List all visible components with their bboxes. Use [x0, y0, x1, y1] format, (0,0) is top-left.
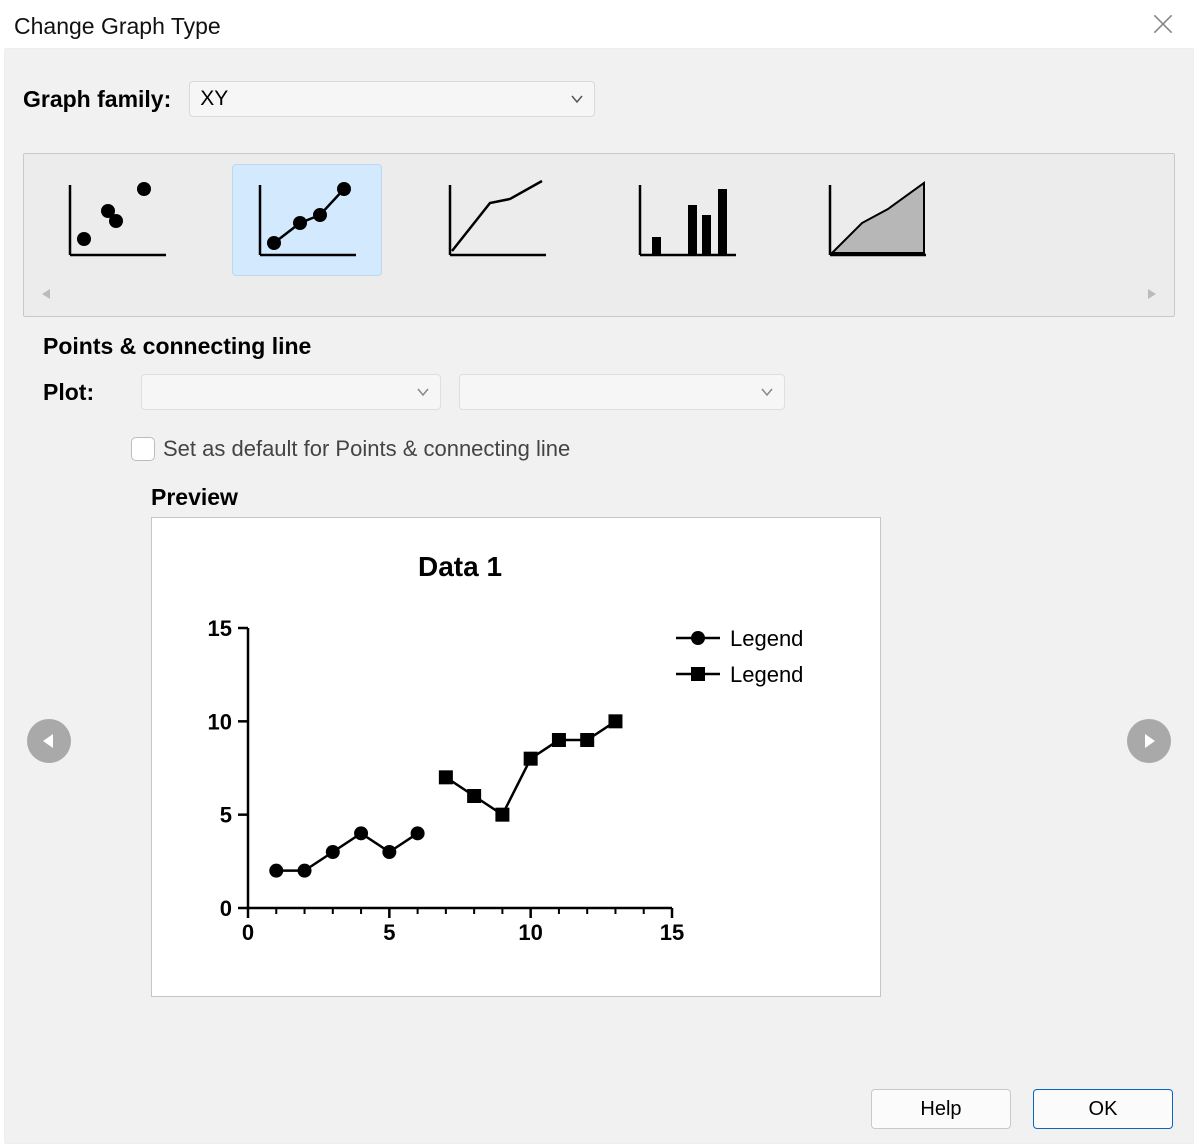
svg-text:Data 1: Data 1 [418, 551, 502, 582]
strip-scroll-left-icon[interactable] [36, 287, 56, 306]
svg-text:5: 5 [383, 920, 395, 945]
chevron-down-icon [416, 384, 430, 400]
graph-type-spike-bars[interactable] [612, 164, 762, 276]
graph-type-line-only[interactable] [422, 164, 572, 276]
chevron-down-icon [570, 91, 584, 107]
chevron-down-icon [760, 384, 774, 400]
svg-text:0: 0 [220, 896, 232, 921]
graph-family-label: Graph family: [23, 86, 171, 113]
svg-text:Legend: Legend [730, 662, 803, 687]
svg-text:0: 0 [242, 920, 254, 945]
plot-select-1[interactable] [141, 374, 441, 410]
preview-next-button[interactable] [1127, 719, 1171, 763]
help-button[interactable]: Help [871, 1089, 1011, 1129]
strip-scroll-right-icon[interactable] [1142, 287, 1162, 306]
graph-family-select[interactable]: XY [189, 81, 595, 117]
close-icon[interactable] [1144, 11, 1182, 42]
selected-type-label: Points & connecting line [43, 333, 1175, 360]
svg-text:15: 15 [660, 920, 684, 945]
ok-button[interactable]: OK [1033, 1089, 1173, 1129]
svg-text:10: 10 [518, 920, 542, 945]
graph-family-value: XY [200, 87, 228, 111]
svg-text:10: 10 [208, 709, 232, 734]
preview-chart: Data 1 0 5 10 15 0 5 10 15 Legend Legend [151, 517, 881, 997]
graph-type-points-line[interactable] [232, 164, 382, 276]
svg-text:Legend: Legend [730, 626, 803, 651]
svg-text:5: 5 [220, 803, 232, 828]
preview-prev-button[interactable] [27, 719, 71, 763]
graph-type-scatter[interactable] [42, 164, 192, 276]
plot-label: Plot: [43, 379, 123, 406]
svg-text:15: 15 [208, 616, 232, 641]
set-default-checkbox[interactable] [131, 437, 155, 461]
dialog-title: Change Graph Type [14, 13, 221, 40]
graph-type-strip [23, 153, 1175, 317]
graph-type-area[interactable] [802, 164, 952, 276]
preview-section-label: Preview [151, 484, 1047, 511]
plot-select-2[interactable] [459, 374, 785, 410]
set-default-label: Set as default for Points & connecting l… [163, 436, 570, 462]
